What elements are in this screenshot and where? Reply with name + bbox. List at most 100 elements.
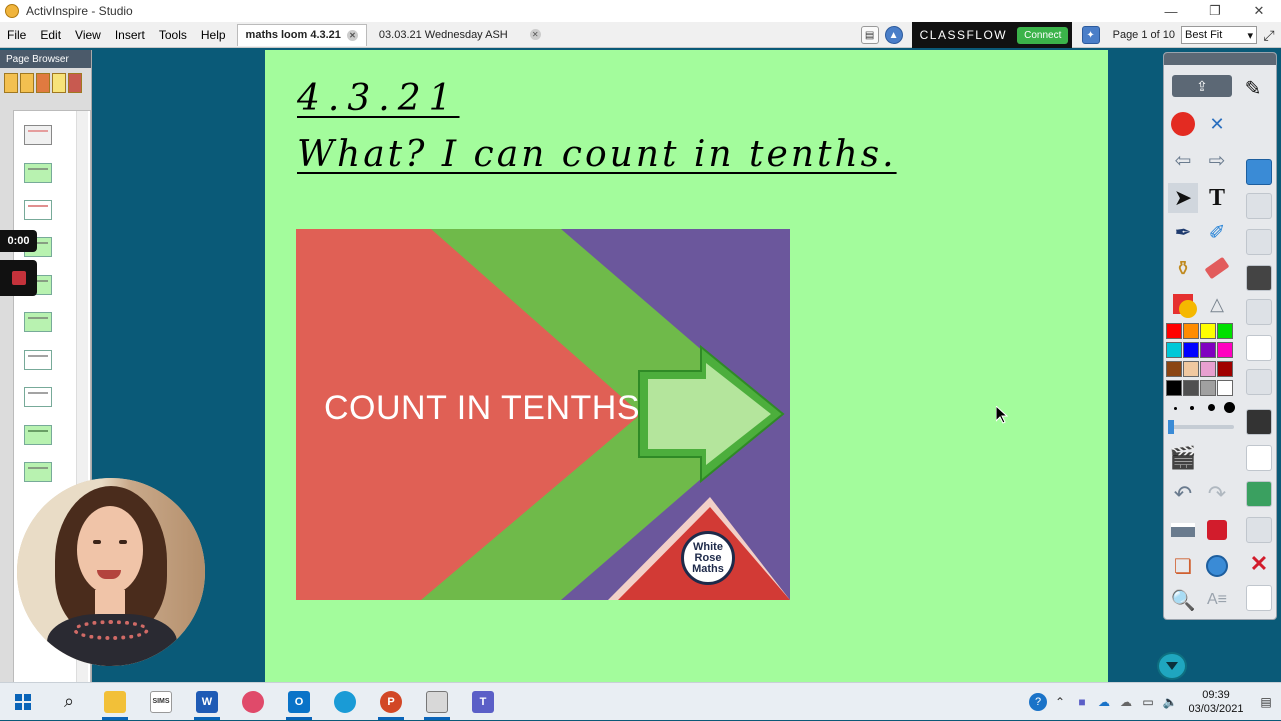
toolbox-collapse-button[interactable]	[1157, 652, 1187, 680]
property-browser-tab-icon[interactable]	[68, 73, 82, 93]
pen-width-large[interactable]	[1224, 402, 1235, 413]
fill-icon[interactable]: ⚱	[1168, 253, 1198, 283]
search-button[interactable]: ⌕	[46, 683, 92, 721]
system-clock[interactable]: 09:39 03/03/2021	[1181, 688, 1251, 716]
flipchart-canvas[interactable]: 4.3.21 What? I can count in tenths. COUN…	[265, 50, 1108, 682]
count-in-tenths-slide[interactable]: COUNT IN TENTHS White Rose Maths	[296, 229, 790, 600]
color-swatch[interactable]	[1217, 361, 1233, 377]
previous-page-icon[interactable]: ⇦	[1168, 145, 1198, 175]
page-thumbnail[interactable]	[24, 350, 52, 370]
insert-image-icon[interactable]	[1246, 481, 1272, 507]
menu-tools[interactable]: Tools	[152, 28, 194, 42]
redo-icon[interactable]: ↷	[1202, 479, 1232, 509]
clipboard-icon[interactable]	[1246, 585, 1272, 611]
undo-icon[interactable]: ↶	[1168, 479, 1198, 509]
save-icon[interactable]	[1246, 409, 1272, 435]
teams-tray-icon[interactable]: ■	[1071, 692, 1093, 712]
menu-edit[interactable]: Edit	[33, 28, 68, 42]
shape-icon[interactable]	[1168, 289, 1198, 319]
color-swatch[interactable]	[1166, 323, 1182, 339]
powerpoint-button[interactable]: P	[368, 683, 414, 721]
outlook-button[interactable]: O	[276, 683, 322, 721]
file-explorer-button[interactable]	[92, 683, 138, 721]
duplicate-icon[interactable]	[1246, 193, 1272, 219]
edit-menu-icon[interactable]	[1246, 265, 1272, 291]
activinspire-button[interactable]	[414, 683, 460, 721]
notifications-icon[interactable]: ▤	[1251, 692, 1281, 712]
close-tab-icon[interactable]: ✕	[346, 29, 358, 41]
page-browser-tab-icon[interactable]	[4, 73, 18, 93]
word-button[interactable]: W	[184, 683, 230, 721]
color-swatch[interactable]	[1183, 380, 1199, 396]
menu-view[interactable]: View	[68, 28, 108, 42]
tab-maths-loom[interactable]: maths loom 4.3.21 ✕	[236, 23, 367, 46]
color-swatch[interactable]	[1183, 342, 1199, 358]
onedrive-icon[interactable]: ☁	[1093, 692, 1115, 712]
compass-icon[interactable]	[1202, 551, 1232, 581]
start-button[interactable]	[0, 683, 46, 721]
magnifier-icon[interactable]: 🔍	[1168, 585, 1198, 615]
maximize-button[interactable]: ❐	[1193, 0, 1237, 22]
color-swatch[interactable]	[1217, 323, 1233, 339]
page-templates-icon[interactable]: ❏	[1168, 551, 1198, 581]
color-swatch[interactable]	[1200, 342, 1216, 358]
edge-button[interactable]	[322, 683, 368, 721]
dice-icon[interactable]	[1202, 515, 1232, 545]
text-tools-icon[interactable]: A≡	[1202, 585, 1232, 615]
color-swatch[interactable]	[1200, 323, 1216, 339]
color-swatch[interactable]	[1183, 361, 1199, 377]
zoom-select[interactable]: Best Fit ▾	[1181, 26, 1257, 44]
classflow-connect-button[interactable]: Connect	[1017, 26, 1069, 44]
volume-icon[interactable]: 🔈	[1159, 692, 1181, 712]
resource-browser-tab-icon[interactable]	[20, 73, 34, 93]
network-icon[interactable]: ▭	[1137, 692, 1159, 712]
next-page-icon[interactable]: ⇨	[1202, 145, 1232, 175]
arrange-icon[interactable]	[1246, 229, 1272, 255]
color-swatch[interactable]	[1183, 323, 1199, 339]
tab-wednesday-ash[interactable]: 03.03.21 Wednesday ASH ✕	[371, 24, 549, 46]
color-swatch[interactable]	[1166, 342, 1182, 358]
close-button[interactable]: ✕	[1237, 0, 1281, 22]
color-swatch[interactable]	[1166, 380, 1182, 396]
color-swatch[interactable]	[1200, 380, 1216, 396]
color-swatch[interactable]	[1166, 361, 1182, 377]
snipping-tool-button[interactable]	[230, 683, 276, 721]
switch-profile-icon[interactable]: ✎	[1238, 73, 1268, 103]
chevron-up-icon[interactable]: ⌃	[1049, 692, 1071, 712]
pen-width-medium[interactable]	[1208, 404, 1215, 411]
object-browser-tab-icon[interactable]	[36, 73, 50, 93]
select-icon[interactable]: ➤	[1168, 183, 1198, 213]
delete-icon[interactable]: ✕	[1246, 551, 1272, 577]
new-page-icon[interactable]	[1246, 445, 1272, 471]
page-settings-icon[interactable]: ✦	[1081, 26, 1100, 44]
dual-user-icon[interactable]: ▤	[860, 26, 879, 44]
menu-insert[interactable]: Insert	[108, 28, 152, 42]
page-thumbnail[interactable]	[24, 387, 52, 407]
cloud-icon[interactable]: ☁	[1115, 692, 1137, 712]
share-screen-icon[interactable]: ⇪	[1172, 75, 1232, 97]
notes-browser-tab-icon[interactable]	[52, 73, 66, 93]
color-swatch[interactable]	[1200, 361, 1216, 377]
color-swatch[interactable]	[1217, 342, 1233, 358]
highlighter-icon[interactable]: ✐	[1202, 217, 1232, 247]
page-thumbnail[interactable]	[24, 200, 52, 220]
teams-button[interactable]: T	[460, 683, 506, 721]
pen-width-medium-small[interactable]	[1190, 406, 1194, 410]
text-icon[interactable]: T	[1202, 183, 1232, 213]
page-thumbnail[interactable]	[24, 425, 52, 445]
share-icon[interactable]	[1246, 517, 1272, 543]
export-icon[interactable]	[1246, 159, 1272, 185]
fullscreen-icon[interactable]: ⤢	[1260, 26, 1278, 44]
eraser-icon[interactable]	[1202, 253, 1232, 283]
menu-file[interactable]: File	[0, 28, 33, 42]
stop-recording-button[interactable]	[0, 260, 37, 296]
close-tab-icon[interactable]: ✕	[529, 29, 541, 40]
color-swatch[interactable]	[1217, 380, 1233, 396]
pen-icon[interactable]: ✒	[1168, 217, 1198, 247]
pen-width-small[interactable]	[1174, 407, 1177, 410]
group-icon[interactable]	[1246, 299, 1272, 325]
clear-icon[interactable]	[1168, 515, 1198, 545]
activote-icon[interactable]	[1168, 109, 1198, 139]
layer-icon[interactable]	[1246, 369, 1272, 395]
pen-width-slider[interactable]	[1168, 420, 1234, 434]
